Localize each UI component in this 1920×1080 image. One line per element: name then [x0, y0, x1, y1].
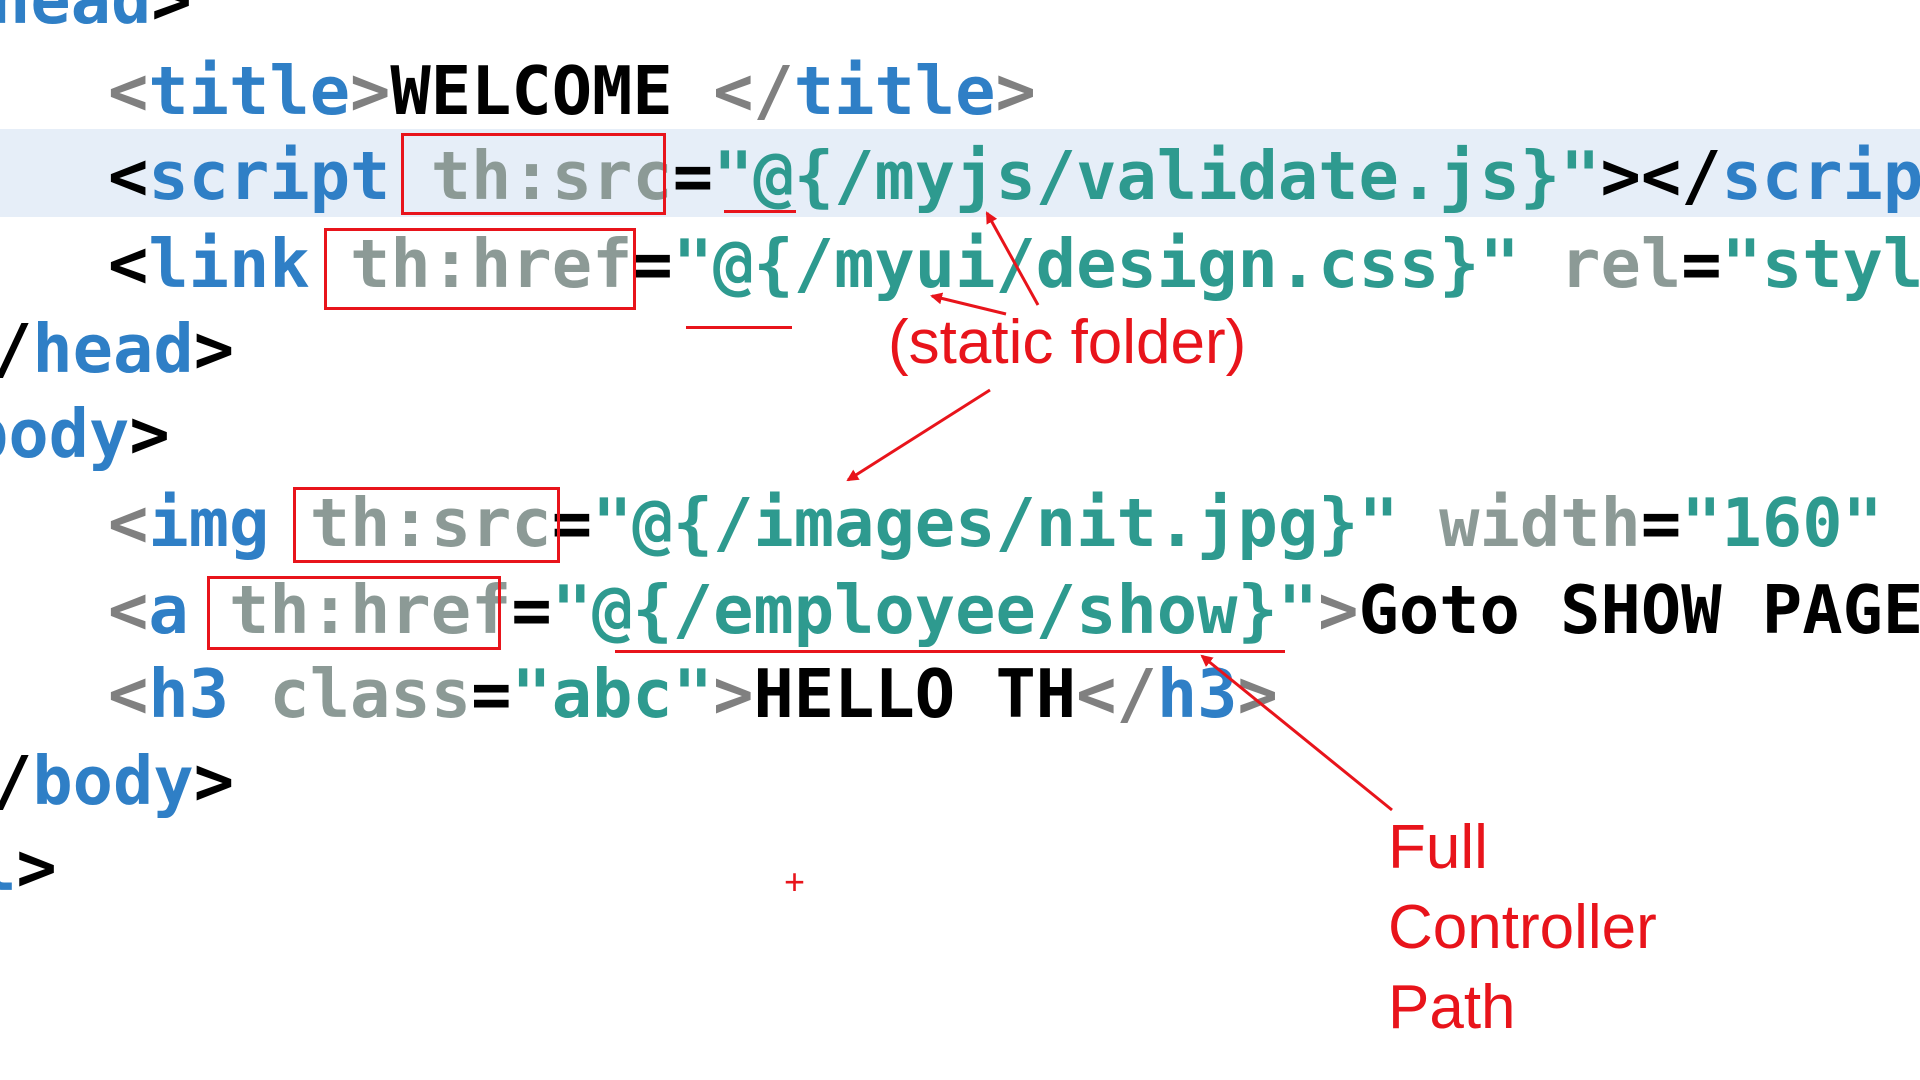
code-token: "@{/employee/show}" — [551, 571, 1319, 649]
code-token: < — [108, 137, 149, 215]
code-line-html-close: l> — [0, 824, 57, 910]
code-token: > — [1237, 655, 1278, 733]
code-token: > — [350, 52, 391, 130]
code-token: WELCOME — [390, 52, 714, 130]
code-token: = — [1640, 484, 1682, 562]
code-token: / — [0, 310, 32, 388]
code-line-head-open: head> — [0, 0, 192, 43]
code-token: "@{/myui/design.css}" — [672, 225, 1520, 303]
controller-note-line3: Path — [1388, 973, 1516, 1042]
code-line-script: <script th:src="@{/myjs/validate.js}"></… — [108, 133, 1920, 219]
code-token: ></ — [1600, 137, 1722, 215]
code-token: title — [148, 52, 351, 130]
th-src-box-script — [401, 133, 666, 215]
arrow-to-images — [846, 388, 991, 482]
crosshair-cursor-icon: + — [784, 861, 806, 902]
code-token: < — [108, 571, 149, 649]
code-token: </ — [1076, 655, 1157, 733]
code-line-body-close: /body> — [0, 738, 234, 824]
code-token: "style — [1721, 225, 1920, 303]
code-token: > — [713, 655, 754, 733]
code-token: rel — [1519, 225, 1682, 303]
code-token: title — [793, 52, 996, 130]
code-token: "@{/myjs/validate.js}" — [713, 137, 1601, 215]
code-token: h3 — [1156, 655, 1238, 733]
code-line-h3: <h3 class="abc">HELLO TH</h3> — [108, 651, 1278, 737]
code-token: img — [148, 484, 270, 562]
code-editor-screenshot: head> <title>WELCOME </title> <script th:s… — [0, 0, 1920, 1080]
code-token: > — [193, 310, 235, 388]
th-href-box-anchor — [207, 576, 501, 650]
controller-note-line1: Full — [1388, 813, 1488, 882]
controller-path-underline — [615, 650, 1285, 653]
code-token: "abc" — [511, 655, 714, 733]
code-token: l — [0, 828, 16, 906]
code-token: link — [148, 225, 310, 303]
code-token: HELLO TH — [753, 655, 1077, 733]
code-token: < — [108, 225, 149, 303]
code-token: = — [511, 571, 552, 649]
code-token: body — [0, 395, 130, 473]
code-token: > — [129, 395, 170, 473]
code-token: = — [672, 137, 714, 215]
code-token: / — [0, 742, 32, 820]
code-token: "160" — [1681, 484, 1883, 562]
controller-note-line2: Controller — [1388, 893, 1657, 962]
th-src-box-img — [293, 487, 560, 563]
code-token: a — [148, 571, 189, 649]
code-token: width — [1398, 484, 1641, 562]
code-token: head — [32, 310, 194, 388]
code-token: > — [151, 0, 192, 39]
code-token: > — [995, 52, 1036, 130]
code-token: < — [108, 484, 149, 562]
code-line-head-close: /head> — [0, 306, 234, 392]
code-line-title: <title>WELCOME </title> — [108, 48, 1036, 134]
code-token: = — [1681, 225, 1722, 303]
code-token: h3 — [148, 655, 230, 733]
code-token: < — [108, 52, 149, 130]
at-underline-script — [724, 210, 796, 213]
static-folder-note: (static folder) — [888, 308, 1247, 377]
code-token: </ — [713, 52, 794, 130]
code-token: script — [1721, 137, 1920, 215]
code-token: "@{/images/nit.jpg}" — [592, 484, 1399, 562]
code-token: body — [32, 742, 194, 820]
code-token: Goto SHOW PAGE — [1358, 571, 1920, 649]
code-token: > — [1318, 571, 1359, 649]
code-token: > — [193, 742, 235, 820]
th-href-box-link — [324, 228, 636, 310]
code-token: > — [16, 828, 57, 906]
code-token: head — [0, 0, 152, 39]
code-token: = — [632, 225, 673, 303]
code-token: < — [108, 655, 149, 733]
at-underline-link — [686, 326, 792, 329]
code-token: script — [148, 137, 391, 215]
code-token: class — [229, 655, 472, 733]
code-line-body-open: body> — [0, 391, 170, 477]
code-token: = — [471, 655, 512, 733]
